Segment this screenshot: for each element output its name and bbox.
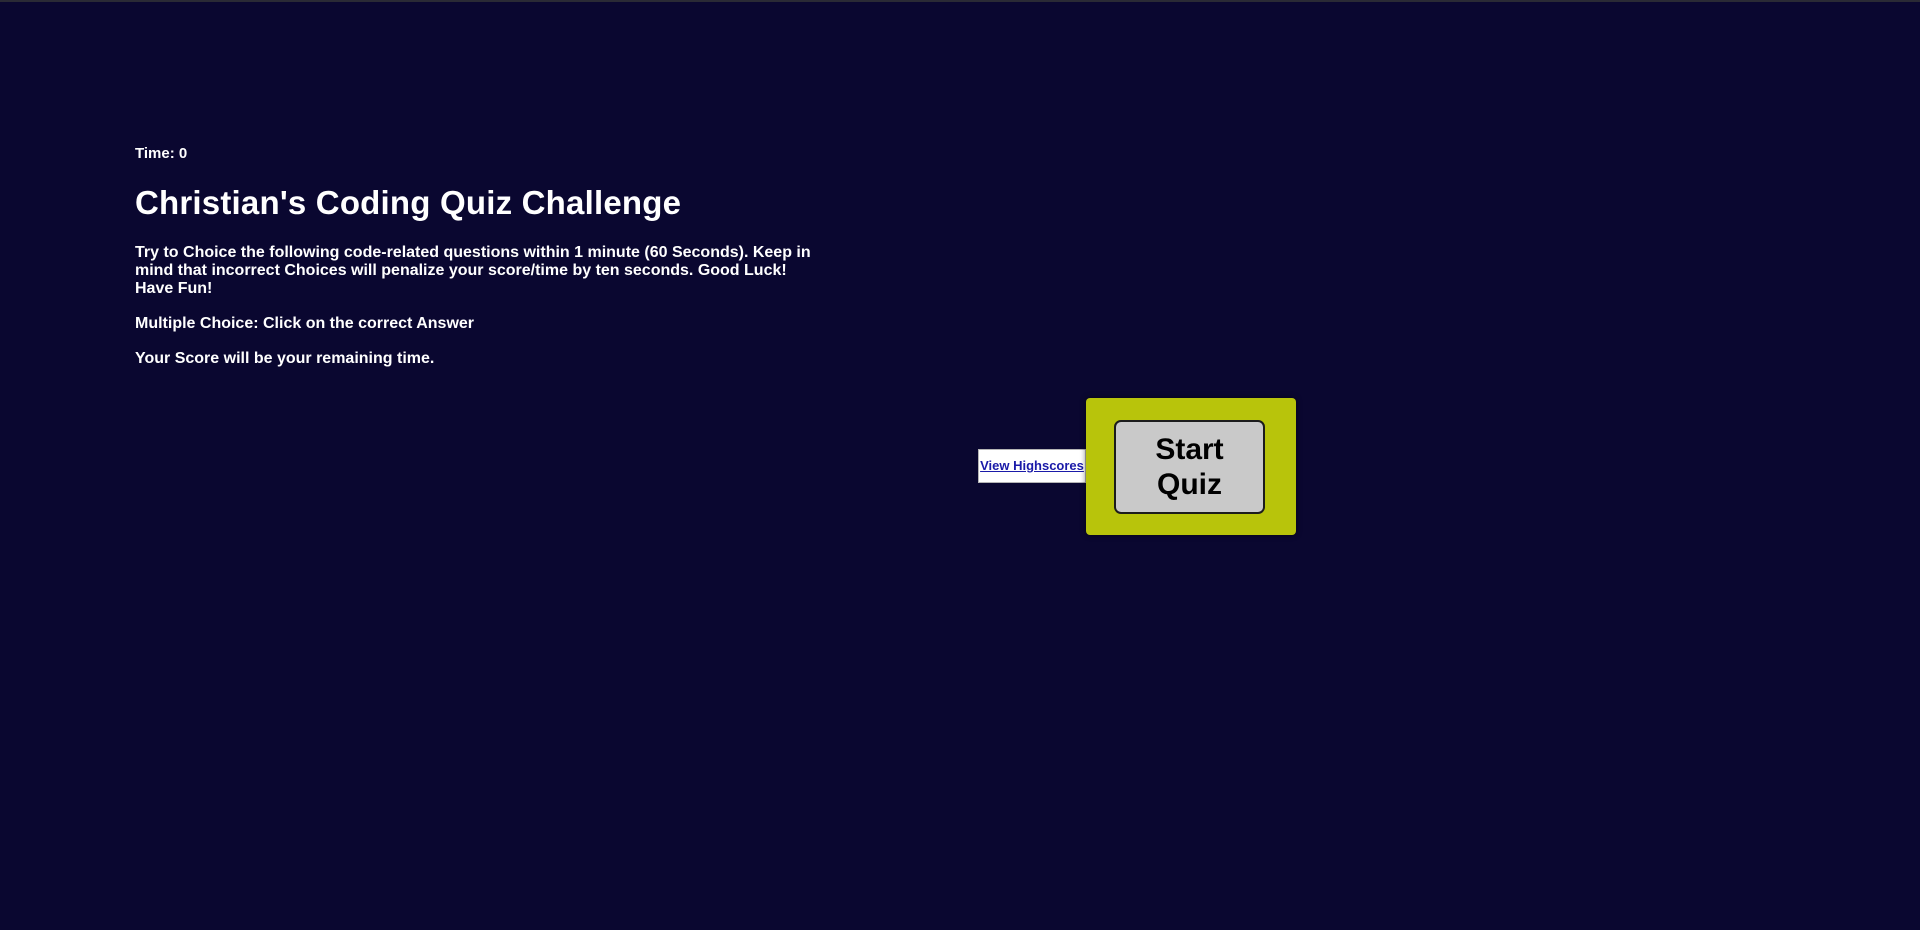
timer-display: Time: 0 (135, 145, 188, 162)
page-title: Christian's Coding Quiz Challenge (135, 184, 682, 221)
instructions-text: Try to Choice the following code-related… (135, 244, 811, 297)
view-highscores-button[interactable]: View Highscores (978, 449, 1086, 483)
start-quiz-button[interactable]: Start Quiz (1114, 420, 1265, 514)
window-top-border (0, 0, 1920, 2)
start-quiz-container: Start Quiz (1086, 398, 1296, 535)
score-note-text: Your Score will be your remaining time. (135, 350, 435, 367)
format-note-text: Multiple Choice: Click on the correct An… (135, 315, 475, 332)
intro-section: Time: 0 Christian's Coding Quiz Challeng… (135, 145, 815, 385)
